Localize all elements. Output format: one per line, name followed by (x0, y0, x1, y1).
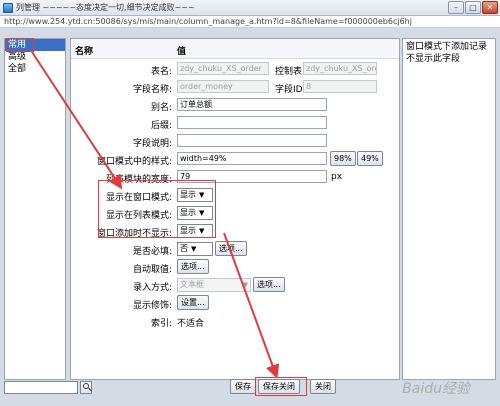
chevron-down-icon: ▼ (191, 245, 197, 253)
row-auto-value: 自动取值: 选项... (71, 259, 399, 275)
auto-value-options-button[interactable]: 选项... (177, 259, 209, 274)
auto-value-label: 自动取值: (132, 265, 172, 275)
address-url: http://www.254.ytd.cn:50086/sys/mis/main… (4, 17, 412, 26)
required-value: 否 (180, 244, 188, 253)
required-label: 是否必填: (132, 247, 172, 257)
window-titlebar: 列管理 ~~~~~态度决定一切,细节决定成败~~~ – □ ✕ (0, 0, 500, 16)
row-window-style: 窗口模式中的样式: width=49% 98% 49% (71, 151, 399, 167)
maximize-icon[interactable]: □ (465, 1, 481, 14)
list-width-unit: px (331, 172, 343, 182)
index-label: 索引: (150, 319, 172, 329)
address-bar: http://www.254.ytd.cn:50086/sys/mis/main… (0, 16, 500, 28)
field-name-label: 字段名称: (132, 85, 172, 95)
watermark: Baidu经验 (402, 381, 470, 397)
close-icon[interactable]: ✕ (482, 1, 498, 14)
highlight-common (6, 38, 34, 52)
field-id-label: 字段ID (275, 85, 303, 95)
chevron-down-icon: ▼ (242, 281, 248, 289)
suffix-input[interactable] (177, 116, 327, 129)
hint-text: 窗口模式下添加记录不显示此字段 (406, 42, 488, 64)
minimize-icon[interactable]: – (448, 1, 464, 14)
highlight-visibility (98, 180, 216, 238)
window-style-label: 窗口模式中的样式: (96, 157, 172, 167)
window-style-input[interactable]: width=49% (177, 152, 327, 165)
row-field-name: 字段名称: order_money 字段ID 8 (71, 79, 399, 95)
window-title: 列管理 ~~~~~态度决定一切,细节决定成败~~~ (16, 3, 195, 12)
input-method-value: 文本框 (180, 280, 204, 289)
control-table-label: 控制表 (275, 67, 303, 77)
field-id-field: 8 (303, 80, 377, 93)
close-button[interactable]: 关闭 (310, 379, 336, 394)
index-value: 不适合 (177, 319, 205, 329)
search-button[interactable] (80, 381, 92, 394)
input-method-options-button[interactable]: 选项... (253, 277, 285, 292)
grid-header: 名称 值 (71, 39, 399, 59)
control-table-field: zdy_chuku_XS_order (303, 62, 377, 75)
width-49-button[interactable]: 49% (357, 151, 383, 166)
input-method-select[interactable]: 文本框 ▼ (177, 278, 251, 292)
row-required: 是否必填: 否 ▼ 选项... (71, 241, 399, 257)
width-98-button[interactable]: 98% (330, 151, 356, 166)
field-name-field: order_money (177, 80, 269, 93)
display-decor-label: 显示修饰: (132, 301, 172, 311)
save-button[interactable]: 保存 (230, 379, 256, 394)
display-decor-settings-button[interactable]: 设置... (177, 295, 209, 310)
window-controls: – □ ✕ (448, 1, 498, 14)
table-name-label: 表名: (150, 67, 172, 77)
row-suffix: 后缀: (71, 115, 399, 131)
search-input[interactable] (4, 381, 78, 394)
category-advanced[interactable]: 高级 (5, 51, 65, 63)
suffix-label: 后缀: (150, 121, 172, 131)
row-alias: 别名: 订单总额 (71, 97, 399, 113)
row-table-name: 表名: zdy_chuku_XS_order 控制表 zdy_chuku_XS_… (71, 61, 399, 77)
description-label: 字段说明: (132, 139, 172, 149)
app-icon (3, 3, 13, 13)
hint-panel: 窗口模式下添加记录不显示此字段 (402, 38, 496, 380)
row-description: 字段说明: (71, 133, 399, 149)
header-name: 名称 (75, 47, 94, 57)
category-list: 常用 高级 全部 (4, 38, 66, 380)
alias-label: 别名: (150, 103, 172, 113)
highlight-save-close (255, 377, 307, 396)
alias-input[interactable]: 订单总额 (177, 98, 327, 111)
required-select[interactable]: 否 ▼ (177, 242, 213, 256)
row-index: 索引: 不适合 (71, 313, 399, 329)
row-display-decor: 显示修饰: 设置... (71, 295, 399, 311)
description-input[interactable] (177, 134, 327, 147)
row-input-method: 录入方式: 文本框 ▼ 选项... (71, 277, 399, 293)
category-all[interactable]: 全部 (5, 63, 65, 75)
table-name-field: zdy_chuku_XS_order (177, 62, 269, 75)
required-options-button[interactable]: 选项... (215, 241, 247, 256)
header-value: 值 (177, 47, 187, 57)
input-method-label: 录入方式: (132, 283, 172, 293)
